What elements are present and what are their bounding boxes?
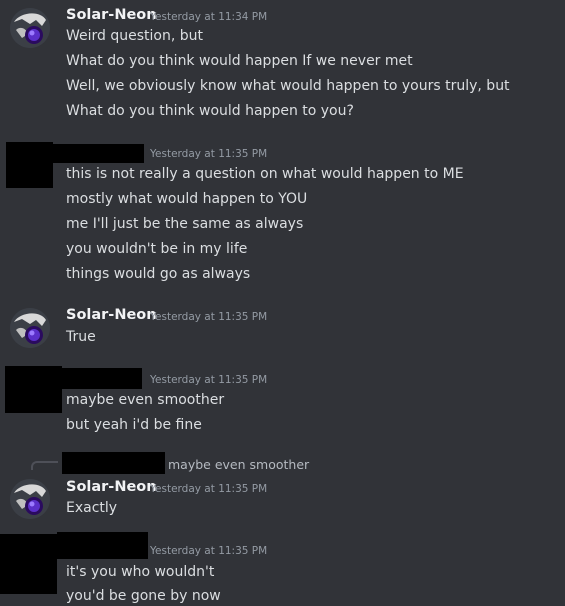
- message-timestamp: Yesterday at 11:35 PM: [150, 483, 268, 495]
- redacted-username: [53, 144, 144, 163]
- reply-preview[interactable]: maybe even smoother: [168, 457, 309, 473]
- message-text: Weird question, but: [66, 28, 204, 44]
- message-text: you wouldn't be in my life: [66, 241, 248, 257]
- redacted-avatar: [0, 534, 57, 594]
- redacted-avatar: [5, 366, 62, 413]
- message-text: you'd be gone by now: [66, 588, 221, 604]
- message-text: Well, we obviously know what would happe…: [66, 78, 510, 94]
- redacted-username: [57, 532, 148, 559]
- message-timestamp: Yesterday at 11:35 PM: [150, 545, 268, 557]
- message-text: maybe even smoother: [66, 392, 225, 408]
- message-text: mostly what would happen to YOU: [66, 191, 308, 207]
- message-text: Exactly: [66, 500, 118, 516]
- avatar-solar-neon[interactable]: [10, 479, 50, 519]
- chat-message-list: Solar-Neon Yesterday at 11:34 PM Weird q…: [0, 0, 565, 606]
- message-text: but yeah i'd be fine: [66, 417, 202, 433]
- redacted-avatar: [6, 142, 53, 188]
- message-timestamp: Yesterday at 11:35 PM: [150, 311, 268, 323]
- message-text: What do you think would happen If we nev…: [66, 53, 413, 69]
- message-text: things would go as always: [66, 266, 251, 282]
- message-text: this is not really a question on what wo…: [66, 166, 464, 182]
- avatar-image: [10, 479, 50, 519]
- message-timestamp: Yesterday at 11:35 PM: [150, 374, 268, 386]
- message-text: it's you who wouldn't: [66, 564, 215, 580]
- avatar-image: [10, 308, 50, 348]
- reply-connector: [31, 461, 58, 470]
- message-text: What do you think would happen to you?: [66, 103, 354, 119]
- message-text: True: [66, 329, 96, 345]
- message-text: me I'll just be the same as always: [66, 216, 304, 232]
- avatar-image: [10, 8, 50, 48]
- message-timestamp: Yesterday at 11:34 PM: [150, 11, 268, 23]
- avatar-solar-neon[interactable]: [10, 8, 50, 48]
- username[interactable]: Solar-Neon: [66, 6, 157, 24]
- avatar-solar-neon[interactable]: [10, 308, 50, 348]
- username[interactable]: Solar-Neon: [66, 478, 157, 496]
- redacted-reply-author: [62, 452, 165, 474]
- username[interactable]: Solar-Neon: [66, 306, 157, 324]
- redacted-username: [62, 368, 142, 389]
- message-timestamp: Yesterday at 11:35 PM: [150, 148, 268, 160]
